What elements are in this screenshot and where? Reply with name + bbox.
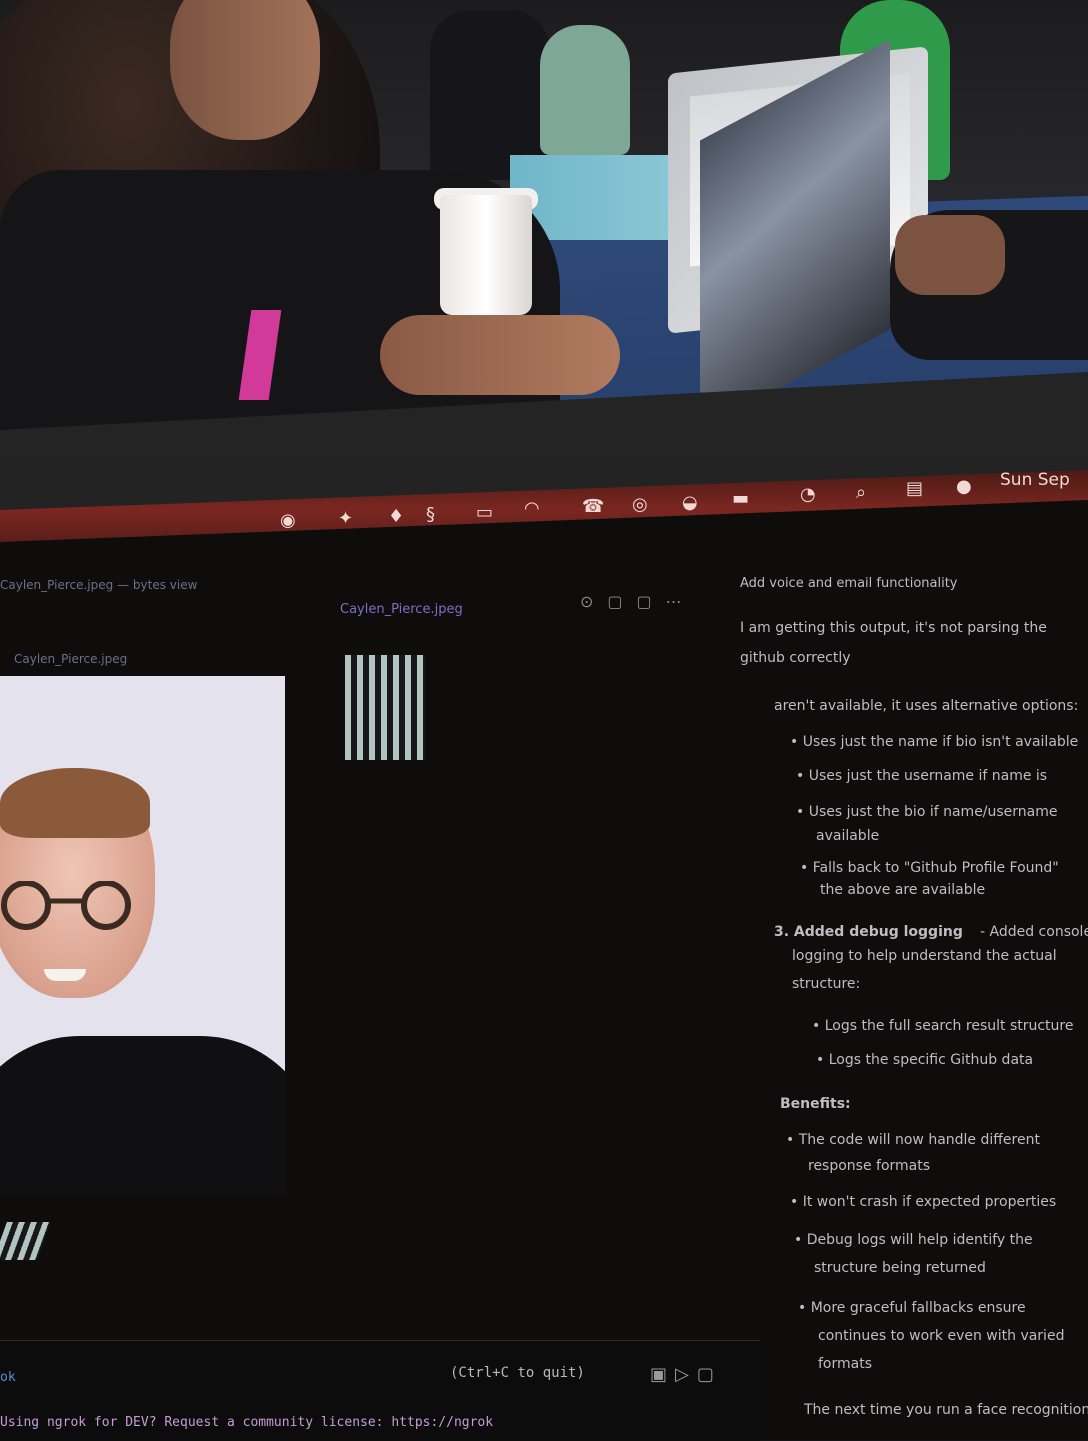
- light-reflection: [345, 655, 425, 760]
- background-person-hijab: [540, 25, 630, 155]
- arrow-icon[interactable]: ✦: [338, 510, 353, 528]
- wifi-icon[interactable]: ◔: [800, 486, 816, 504]
- list-item-cont: structure being returned: [814, 1260, 986, 1276]
- step3-text: structure:: [792, 976, 861, 992]
- background-scene: [0, 0, 1088, 440]
- list-item: Debug logs will help identify the: [794, 1230, 1033, 1250]
- terminal-log-line: Using ngrok for DEV? Request a community…: [0, 1415, 494, 1430]
- list-item-cont: available: [816, 828, 880, 844]
- photo-shirt: [0, 1036, 285, 1196]
- photo-hair: [0, 768, 150, 838]
- menubar-date[interactable]: Sun Sep: [1000, 470, 1070, 490]
- list-item-cont: continues to work even with varied: [818, 1328, 1065, 1344]
- breadcrumb[interactable]: Caylen_Pierce.jpeg: [14, 652, 127, 666]
- step3-heading: 3. Added debug logging: [774, 924, 963, 940]
- siri-icon[interactable]: ●: [956, 478, 972, 496]
- user-message-line: I am getting this output, it's not parsi…: [740, 620, 1047, 636]
- person-face: [170, 0, 320, 140]
- list-item: Uses just the name if bio isn't availabl…: [790, 732, 1079, 752]
- image-preview: [0, 676, 285, 1196]
- chat-intro: aren't available, it uses alternative op…: [774, 698, 1079, 714]
- list-item-cont: formats: [818, 1356, 873, 1372]
- video-icon[interactable]: ▭: [476, 504, 493, 522]
- list-item: More graceful fallbacks ensure: [798, 1298, 1026, 1318]
- list-item: Uses just the username if name is: [796, 766, 1047, 786]
- step3-text: logging to help understand the actual: [792, 948, 1057, 964]
- terminal-quit-hint: (Ctrl+C to quit): [450, 1365, 585, 1381]
- record-icon[interactable]: ◎: [632, 496, 648, 514]
- battery-icon[interactable]: ▬: [732, 490, 749, 508]
- person-hand-right: [895, 215, 1005, 295]
- benefits-heading: Benefits:: [780, 1096, 851, 1112]
- tab-active-file[interactable]: Caylen_Pierce.jpeg: [340, 602, 463, 617]
- list-item-cont: response formats: [808, 1158, 931, 1174]
- person-hands-typing: [380, 315, 620, 395]
- photo-glasses: [1, 881, 131, 930]
- list-item: Logs the specific Github data: [816, 1050, 1033, 1070]
- coffee-cup: [440, 195, 532, 315]
- creative-cloud-icon[interactable]: ◉: [280, 512, 296, 530]
- list-item: Falls back to "Github Profile Found": [800, 858, 1059, 878]
- step3-text: - Added console: [980, 924, 1088, 940]
- search-icon[interactable]: ⌕: [856, 484, 866, 502]
- user-message-line: github correctly: [740, 650, 851, 666]
- list-item: The code will now handle different: [786, 1130, 1040, 1150]
- tab-actions[interactable]: ⊙▢▢⋯: [580, 592, 696, 611]
- list-item: Uses just the bio if name/username: [796, 802, 1058, 822]
- drop-icon[interactable]: ♦: [388, 508, 404, 526]
- file-path: Caylen_Pierce.jpeg — bytes view: [0, 578, 198, 592]
- chat-title: Add voice and email functionality: [740, 576, 958, 591]
- control-center-icon[interactable]: ▤: [906, 480, 923, 498]
- phone-icon[interactable]: ☎: [582, 498, 604, 516]
- photo-smile: [44, 969, 86, 981]
- chat-closing: The next time you run a face recognition: [804, 1402, 1088, 1418]
- terminal-actions[interactable]: ▣▷▢: [650, 1364, 722, 1385]
- list-item-cont: the above are available: [820, 882, 986, 898]
- slack-icon[interactable]: §: [426, 506, 435, 524]
- terminal-prompt: ok: [0, 1370, 16, 1385]
- control-icon[interactable]: ◒: [682, 494, 698, 512]
- broadcast-icon[interactable]: ◠: [524, 500, 540, 518]
- list-item: Logs the full search result structure: [812, 1016, 1074, 1036]
- list-item: It won't crash if expected properties: [790, 1192, 1056, 1212]
